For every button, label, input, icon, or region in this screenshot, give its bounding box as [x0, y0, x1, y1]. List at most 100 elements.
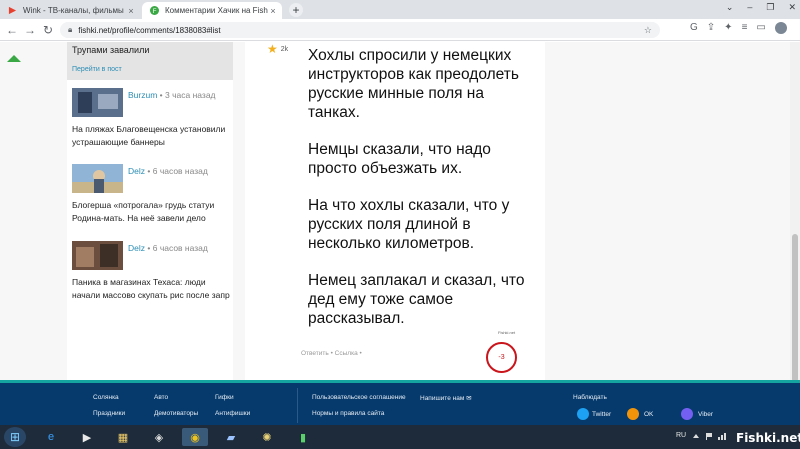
write-us-link[interactable]: Напишите нам ✉	[420, 394, 472, 402]
post-time: • 6 часов назад	[147, 243, 208, 253]
footer-divider	[297, 388, 298, 423]
maximize-icon[interactable]: ❐	[766, 2, 774, 13]
post-headline[interactable]: Паника в магазинах Техаса: люди начали м…	[72, 276, 232, 302]
sidebar-icon[interactable]: ▭	[756, 22, 765, 34]
footer-link[interactable]: Праздники	[93, 410, 125, 417]
minimize-icon[interactable]: –	[747, 2, 752, 13]
tab-wink[interactable]: Wink - ТВ-каналы, фильмы ×	[0, 2, 140, 19]
back-icon[interactable]: ←	[4, 22, 20, 38]
follow-label: Наблюдать	[573, 394, 607, 401]
author-link[interactable]: Delz	[128, 166, 145, 176]
footer-link[interactable]: Авто	[154, 394, 168, 401]
image-app-icon[interactable]: ▰	[218, 428, 244, 446]
scroll-up-arrow-icon[interactable]	[7, 55, 21, 62]
footer-link[interactable]: Нормы и правила сайта	[312, 410, 384, 417]
comment-actions[interactable]: Ответить • Ссылка •	[301, 350, 362, 357]
internet-explorer-icon[interactable]: e	[38, 428, 64, 446]
vote-score[interactable]: -3	[486, 342, 517, 373]
site-footer: Солянка Праздники Авто Демотиваторы Гифк…	[0, 380, 800, 425]
scrollbar[interactable]	[790, 42, 800, 380]
media-player-icon[interactable]: ▶	[74, 428, 100, 446]
google-icon[interactable]: G	[690, 22, 698, 34]
browser-toolbar: ← → ↻ 🔒︎ fishki.net/profile/comments/183…	[0, 19, 800, 41]
close-icon[interactable]: ×	[126, 6, 136, 16]
social-link-viber[interactable]: Viber	[698, 411, 713, 418]
post-headline[interactable]: Блогерша «потрогала» грудь статуи Родина…	[72, 199, 232, 225]
window-controls: ⌄ – ❐ ✕	[726, 2, 796, 13]
post-time: • 6 часов назад	[147, 166, 208, 176]
post-meta: Delz • 6 часов назад	[128, 242, 228, 255]
star-icon: ★	[267, 42, 278, 56]
footer-link[interactable]: Антифишки	[215, 410, 250, 417]
tab-search-icon[interactable]: ⌄	[726, 2, 734, 13]
rating-value: 2k	[280, 45, 289, 53]
url-text: fishki.net/profile/comments/1838083#list	[78, 25, 221, 35]
user-rating: ★ 2k	[267, 42, 288, 56]
author-link[interactable]: Burzum	[128, 90, 157, 100]
chrome-icon[interactable]: ◉	[182, 428, 208, 446]
forward-icon[interactable]: →	[22, 22, 38, 38]
start-button[interactable]: ⊞	[4, 427, 26, 447]
windows-logo-icon: ⊞	[9, 430, 21, 444]
flag-icon[interactable]	[705, 432, 713, 440]
viber-icon[interactable]	[681, 408, 693, 420]
footer-link[interactable]: Пользовательское соглашение	[312, 394, 406, 401]
share-icon[interactable]: ⇪	[707, 22, 715, 34]
new-tab-button[interactable]: +	[289, 3, 303, 17]
mail-icon: ✉	[466, 395, 472, 402]
author-link[interactable]: Delz	[128, 243, 145, 253]
reading-list-icon[interactable]: ≡	[742, 22, 748, 34]
footer-link[interactable]: Солянка	[93, 394, 119, 401]
comment-text: Хохлы спросили у немецких инструкторов к…	[308, 46, 533, 346]
browser-tab-bar: Wink - ТВ-каналы, фильмы × F Комментарии…	[0, 0, 800, 19]
extensions-area: G ⇪ ✦ ≡ ▭ ⋮	[690, 22, 800, 34]
window-close-icon[interactable]: ✕	[788, 2, 796, 13]
social-link-twitter[interactable]: Twitter	[592, 411, 611, 418]
current-post-block: Трупами завалили Перейти в пост	[67, 42, 233, 80]
page-content: Трупами завалили Перейти в пост Burzum •…	[0, 42, 800, 380]
footer-link[interactable]: Гифки	[215, 394, 234, 401]
write-us-label: Напишите нам	[420, 395, 465, 402]
comment-paragraph: Хохлы спросили у немецких инструкторов к…	[308, 47, 519, 121]
comment-paragraph: Немцы сказали, что надо просто объезжать…	[308, 141, 491, 177]
lock-icon: 🔒︎	[68, 25, 73, 34]
odnoklassniki-icon[interactable]	[627, 408, 639, 420]
comment-paragraph: На что хохлы сказали, что у русских поля…	[308, 197, 510, 252]
address-bar[interactable]: 🔒︎ fishki.net/profile/comments/1838083#l…	[60, 22, 660, 38]
current-post-title: Трупами завалили	[72, 45, 150, 55]
menu-icon[interactable]: ⋮	[796, 22, 800, 34]
watermark-tag: Fishki.net	[498, 330, 516, 335]
post-thumbnail	[72, 88, 123, 117]
close-icon[interactable]: ×	[268, 6, 278, 16]
windows-taskbar: ⊞ e ▶ ▦ ◈ ◉ ▰ ✺ ▮ RU Fishki.net	[0, 425, 800, 449]
sidebar-posts: Трупами завалили Перейти в пост Burzum •…	[67, 42, 233, 380]
footer-link[interactable]: Демотиваторы	[154, 410, 198, 417]
tab-fishki[interactable]: F Комментарии Хачик на Fishki.n ×	[142, 2, 282, 19]
svg-text:F: F	[153, 8, 157, 15]
puzzle-icon[interactable]: ✦	[724, 22, 732, 34]
comment-card: ★ 2k Хохлы спросили у немецких инструкто…	[245, 42, 545, 380]
tab-title: Комментарии Хачик на Fishki.n	[165, 6, 268, 15]
wink-favicon-icon	[8, 6, 17, 15]
go-to-post-link[interactable]: Перейти в пост	[72, 66, 122, 73]
fishki-watermark: Fishki.net	[736, 431, 800, 445]
game-app-icon[interactable]: ✺	[254, 428, 280, 446]
file-explorer-icon[interactable]: ▦	[110, 428, 136, 446]
scrollbar-thumb[interactable]	[792, 234, 798, 380]
page: Wink - ТВ-каналы, фильмы × F Комментарии…	[0, 0, 800, 449]
comment-paragraph: Немец заплакал и сказал, что дед ему тож…	[308, 272, 525, 327]
post-meta: Burzum • 3 часа назад	[128, 89, 228, 102]
twitter-icon[interactable]	[577, 408, 589, 420]
profile-avatar[interactable]	[774, 22, 787, 34]
reload-icon[interactable]: ↻	[40, 22, 56, 38]
battery-app-icon[interactable]: ▮	[290, 428, 316, 446]
post-headline[interactable]: На пляжах Благовещенска установили устра…	[72, 123, 232, 149]
post-time: • 3 часа назад	[159, 90, 216, 100]
network-icon[interactable]	[718, 432, 726, 440]
tray-arrow-icon[interactable]	[692, 432, 700, 440]
bookmark-star-icon[interactable]: ☆	[644, 25, 652, 36]
language-indicator[interactable]: RU	[676, 432, 686, 439]
social-link-ok[interactable]: OK	[644, 411, 653, 418]
post-thumbnail	[72, 241, 123, 270]
3d-app-icon[interactable]: ◈	[146, 428, 172, 446]
